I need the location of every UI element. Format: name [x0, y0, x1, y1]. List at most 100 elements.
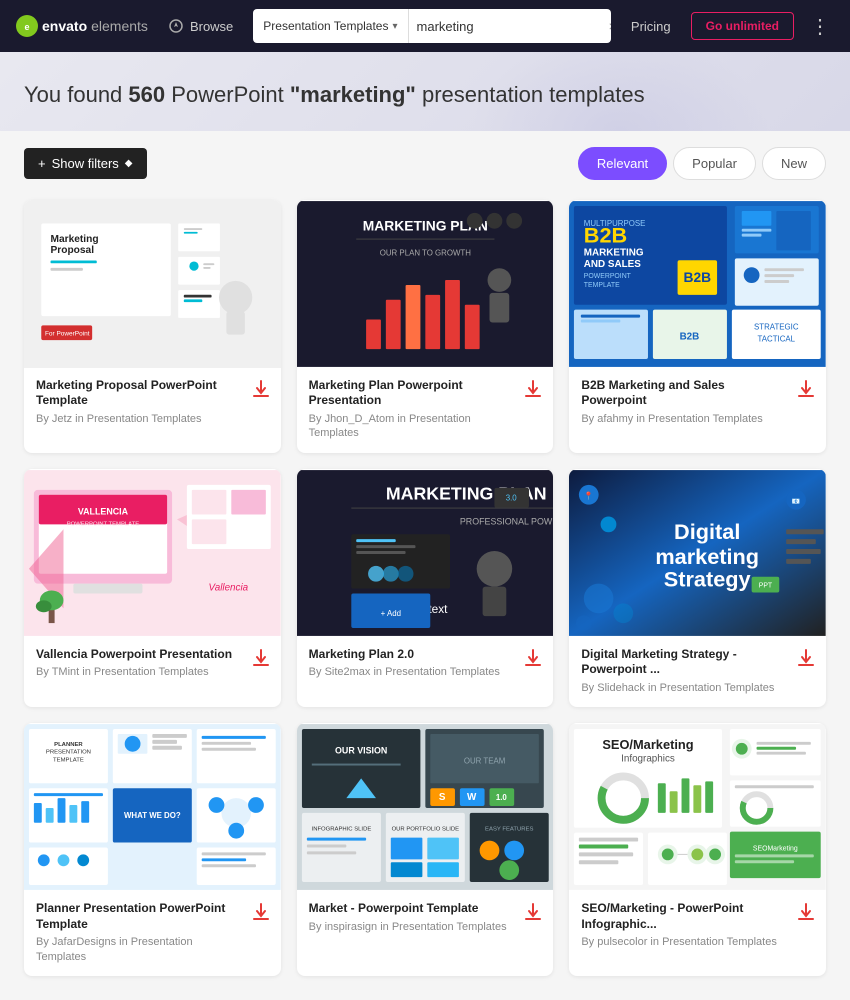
svg-text:MARKETING: MARKETING	[584, 247, 644, 258]
card-2[interactable]: MARKETING PLAN OUR PLAN TO GROWTH	[297, 200, 554, 453]
card-2-download-button[interactable]	[517, 378, 541, 403]
svg-text:EASY FEATURES: EASY FEATURES	[485, 827, 533, 833]
card-5-title: Marketing Plan 2.0	[309, 647, 518, 663]
thumb-svg-7: PLANNER PRESENTATION TEMPLATE	[24, 723, 281, 891]
download-icon	[798, 380, 814, 398]
svg-text:VALLENCIA: VALLENCIA	[78, 506, 129, 516]
browse-label: Browse	[190, 19, 233, 34]
card-7-download-button[interactable]	[245, 901, 269, 926]
svg-text:B2B: B2B	[680, 331, 700, 342]
sort-relevant-button[interactable]: Relevant	[578, 147, 667, 180]
svg-text:e: e	[24, 22, 29, 32]
card-6-info: Digital Marketing Strategy - Powerpoint …	[569, 637, 826, 707]
compass-icon	[168, 19, 184, 33]
card-7-title: Planner Presentation PowerPoint Template	[36, 901, 245, 932]
chevron-down-icon: ▾	[392, 21, 397, 32]
thumb-svg-1: Marketing Proposal For PowerPoint	[32, 208, 273, 368]
card-9-info: SEO/Marketing - PowerPoint Infographic..…	[569, 891, 826, 961]
card-6-title: Digital Marketing Strategy - Powerpoint …	[581, 647, 790, 678]
svg-text:PRESENTATION: PRESENTATION	[46, 750, 91, 756]
card-1-thumbnail: Marketing Proposal For PowerPoint	[24, 200, 281, 368]
card-4-title: Vallencia Powerpoint Presentation	[36, 647, 245, 663]
card-3-download-button[interactable]	[790, 378, 814, 403]
pricing-link[interactable]: Pricing	[623, 19, 679, 34]
card-6[interactable]: 📍 📧 Digital marketing Strategy PPT	[569, 469, 826, 707]
card-8-download-button[interactable]	[517, 901, 541, 926]
card-1-title: Marketing Proposal PowerPoint Template	[36, 378, 245, 409]
card-4-info: Vallencia Powerpoint Presentation By TMi…	[24, 637, 281, 692]
card-4-author: By TMint in Presentation Templates	[36, 665, 245, 679]
card-3-thumbnail: MULTIPURPOSE B2B MARKETING AND SALES POW…	[569, 200, 826, 368]
search-bar: Presentation Templates ▾ ×	[253, 9, 611, 43]
svg-text:SEO/Marketing: SEO/Marketing	[603, 737, 694, 752]
search-category-label: Presentation Templates	[263, 19, 388, 33]
svg-text:OUR VISION: OUR VISION	[335, 746, 387, 756]
download-icon	[525, 903, 541, 921]
thumb-svg-8: OUR VISION OUR TEAM S W 1.0 INFOGR	[297, 723, 554, 891]
results-title: You found 560 PowerPoint "marketing" pre…	[24, 80, 826, 111]
svg-text:STRATEGIC: STRATEGIC	[754, 322, 799, 331]
search-input[interactable]	[409, 9, 601, 43]
card-8-author: By inspirasign in Presentation Templates	[309, 920, 518, 934]
card-5-author: By Site2max in Presentation Templates	[309, 665, 518, 679]
svg-text:Digital: Digital	[674, 519, 740, 544]
card-3[interactable]: MULTIPURPOSE B2B MARKETING AND SALES POW…	[569, 200, 826, 453]
card-9-thumbnail: SEO/Marketing Infographics	[569, 723, 826, 891]
card-5[interactable]: MARKETING PLAN PROFESSIONAL POWERPOINT T…	[297, 469, 554, 707]
card-2-thumbnail: MARKETING PLAN OUR PLAN TO GROWTH	[297, 200, 554, 368]
card-5-thumbnail: MARKETING PLAN PROFESSIONAL POWERPOINT T…	[297, 469, 554, 637]
card-8[interactable]: OUR VISION OUR TEAM S W 1.0 INFOGR	[297, 723, 554, 976]
card-9-download-button[interactable]	[790, 901, 814, 926]
card-6-thumbnail: 📍 📧 Digital marketing Strategy PPT	[569, 469, 826, 637]
more-options-button[interactable]: ⋮	[806, 14, 834, 39]
card-5-download-button[interactable]	[517, 647, 541, 672]
card-1[interactable]: Marketing Proposal For PowerPoint	[24, 200, 281, 453]
svg-text:Vallencia: Vallencia	[209, 582, 249, 593]
sort-popular-button[interactable]: Popular	[673, 147, 756, 180]
search-category-selector[interactable]: Presentation Templates ▾	[253, 9, 408, 43]
clear-search-button[interactable]: ×	[601, 18, 611, 34]
svg-text:Strategy: Strategy	[664, 566, 751, 591]
svg-text:S: S	[438, 792, 445, 803]
card-8-thumbnail: OUR VISION OUR TEAM S W 1.0 INFOGR	[297, 723, 554, 891]
logo[interactable]: e envatoelements	[16, 15, 148, 37]
svg-text:+ Add: + Add	[380, 609, 400, 618]
svg-text:B2B: B2B	[684, 269, 712, 285]
logo-icon: e	[16, 15, 38, 37]
card-4-download-button[interactable]	[245, 647, 269, 672]
svg-text:TACTICAL: TACTICAL	[758, 334, 796, 343]
card-9-title: SEO/Marketing - PowerPoint Infographic..…	[581, 901, 790, 932]
svg-text:📧: 📧	[792, 498, 801, 505]
card-1-download-button[interactable]	[245, 378, 269, 403]
card-9-text: SEO/Marketing - PowerPoint Infographic..…	[581, 901, 790, 949]
card-9[interactable]: SEO/Marketing Infographics	[569, 723, 826, 976]
card-8-title: Market - Powerpoint Template	[309, 901, 518, 917]
thumb-svg-4: VALLENCIA POWERPOINT TEMPLATE Vallencia	[24, 469, 281, 637]
sort-group: Relevant Popular New	[578, 147, 826, 180]
card-8-info: Market - Powerpoint Template By inspiras…	[297, 891, 554, 946]
svg-text:Marketing: Marketing	[51, 234, 99, 245]
thumb-svg-5: MARKETING PLAN PROFESSIONAL POWERPOINT T…	[297, 469, 554, 637]
card-4-text: Vallencia Powerpoint Presentation By TMi…	[36, 647, 245, 680]
svg-text:INFOGRAPHIC SLIDE: INFOGRAPHIC SLIDE	[311, 827, 371, 833]
site-header: e envatoelements Browse Presentation Tem…	[0, 0, 850, 52]
card-1-info: Marketing Proposal PowerPoint Template B…	[24, 368, 281, 438]
card-4[interactable]: VALLENCIA POWERPOINT TEMPLATE Vallencia	[24, 469, 281, 707]
show-filters-button[interactable]: + Show filters ◆	[24, 148, 147, 179]
browse-button[interactable]: Browse	[160, 15, 241, 38]
download-icon	[253, 903, 269, 921]
thumb-svg-9: SEO/Marketing Infographics	[569, 723, 826, 891]
card-2-title: Marketing Plan Powerpoint Presentation	[309, 378, 518, 409]
thumb-svg-6: 📍 📧 Digital marketing Strategy PPT	[569, 469, 826, 637]
card-7[interactable]: PLANNER PRESENTATION TEMPLATE	[24, 723, 281, 976]
card-7-thumbnail: PLANNER PRESENTATION TEMPLATE	[24, 723, 281, 891]
svg-text:POWERPOINT: POWERPOINT	[584, 273, 632, 280]
sort-new-button[interactable]: New	[762, 147, 826, 180]
svg-text:OUR TEAM: OUR TEAM	[464, 757, 505, 766]
logo-suffix: elements	[91, 18, 148, 34]
go-unlimited-button[interactable]: Go unlimited	[691, 12, 794, 40]
download-icon	[253, 380, 269, 398]
card-6-download-button[interactable]	[790, 647, 814, 672]
svg-text:marketing: marketing	[656, 543, 760, 568]
results-hero: You found 560 PowerPoint "marketing" pre…	[0, 52, 850, 131]
